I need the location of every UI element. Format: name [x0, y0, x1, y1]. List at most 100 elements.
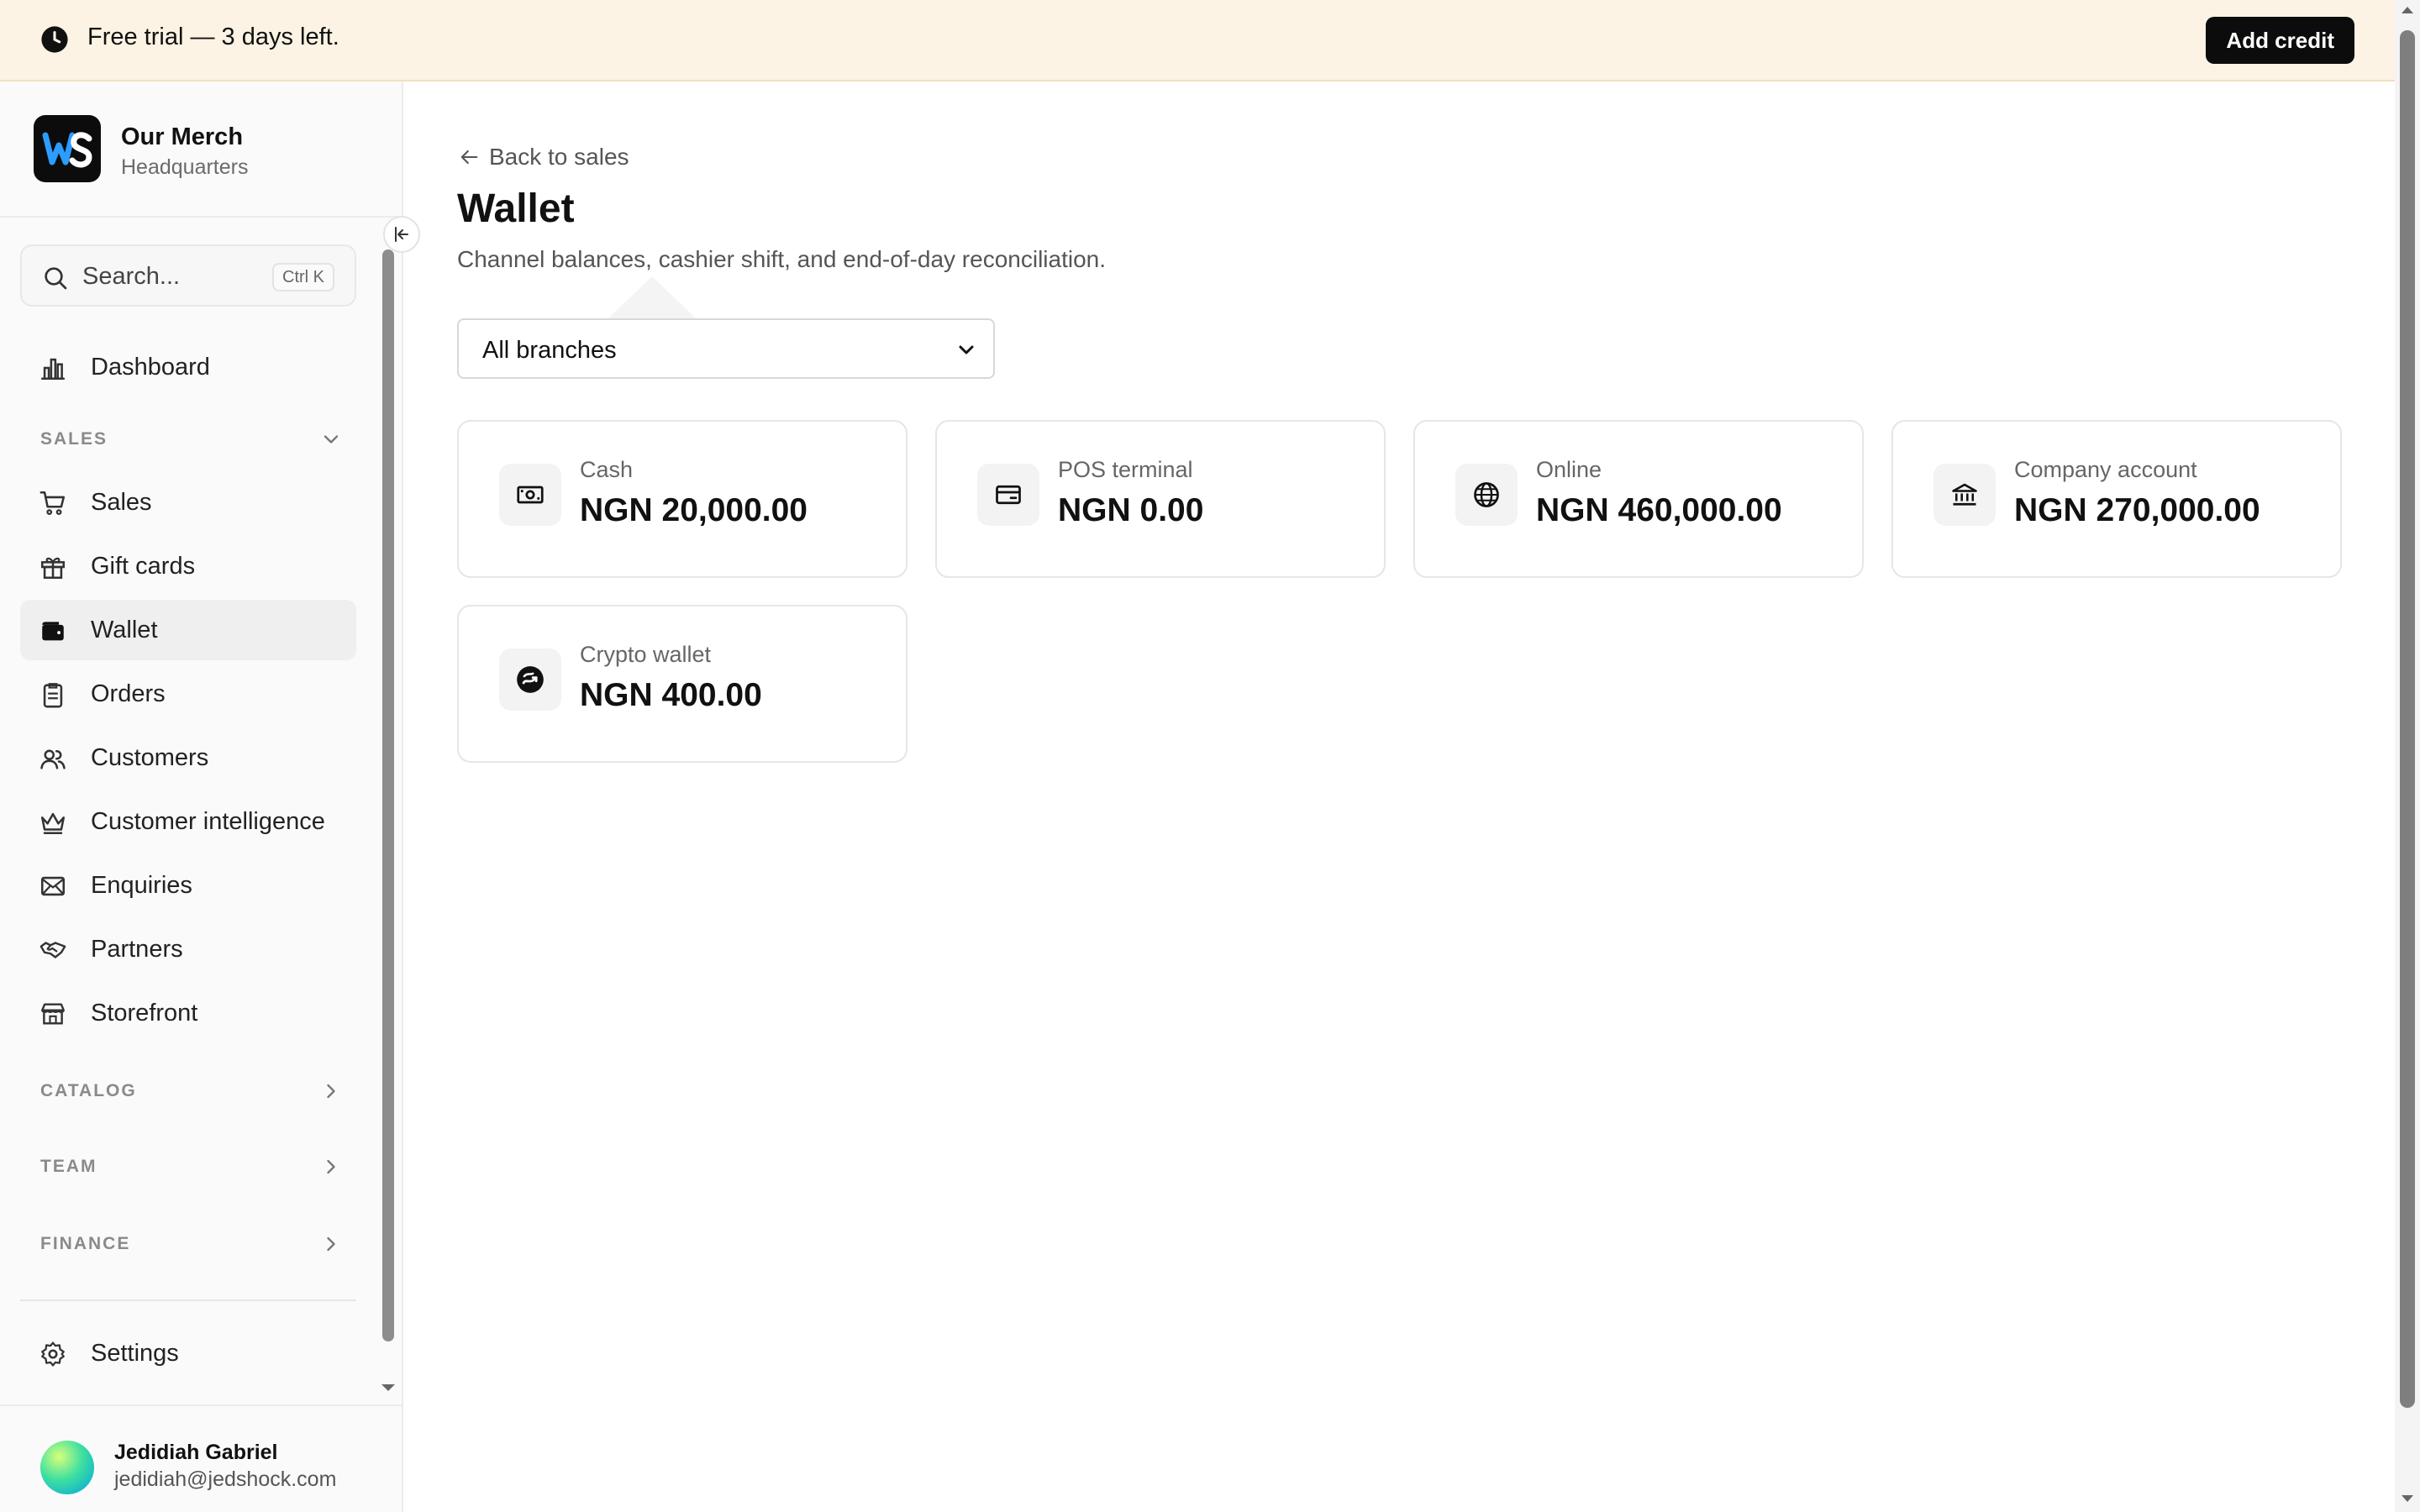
section-label: TEAM	[40, 1157, 97, 1176]
balance-card-crypto-wallet: Crypto wallet NGN 400.00	[457, 605, 908, 763]
user-email: jedidiah@jedshock.com	[114, 1467, 337, 1491]
users-icon	[40, 749, 66, 769]
balance-value: NGN 270,000.00	[2014, 492, 2260, 528]
sidebar-item-label: Customer intelligence	[91, 808, 325, 835]
balance-value: NGN 400.00	[580, 677, 762, 713]
section-catalog-toggle[interactable]: CATALOG	[40, 1074, 343, 1108]
divider	[0, 216, 402, 218]
chevron-right-icon	[327, 1236, 335, 1252]
sidebar-item-label: Wallet	[91, 617, 158, 643]
sidebar-item-wallet[interactable]: Wallet	[20, 600, 356, 660]
sidebar-item-sales[interactable]: Sales	[20, 472, 356, 533]
search-shortcut: Ctrl K	[272, 263, 334, 291]
search-icon	[45, 267, 67, 290]
sidebar-item-label: Sales	[91, 489, 152, 516]
section-label: SALES	[40, 429, 108, 449]
collapse-left-icon	[395, 227, 408, 242]
balance-label: Crypto wallet	[580, 642, 712, 667]
bar-chart-icon	[40, 358, 66, 381]
sidebar-item-partners[interactable]: Partners	[20, 919, 356, 979]
sidebar-item-dashboard[interactable]: Dashboard	[20, 337, 356, 397]
scroll-up-arrow-icon[interactable]	[2401, 5, 2414, 15]
user-name: Jedidiah Gabriel	[114, 1441, 278, 1464]
collapse-sidebar-button[interactable]	[383, 216, 420, 253]
mail-icon	[40, 876, 66, 896]
scrollbar-thumb[interactable]	[2400, 30, 2415, 1408]
sidebar: Our Merch Headquarters Search... Ctrl K …	[0, 81, 420, 1512]
balance-label: Cash	[580, 457, 634, 482]
sidebar-item-label: Settings	[91, 1340, 179, 1367]
handshake-icon	[39, 942, 66, 958]
avatar	[40, 1441, 94, 1494]
balance-card-online: Online NGN 460,000.00	[1413, 420, 1864, 578]
sidebar-item-label: Gift cards	[91, 553, 196, 580]
sidebar-item-label: Storefront	[91, 1000, 198, 1026]
sidebar-item-label: Enquiries	[91, 872, 192, 899]
sidebar-item-customers[interactable]: Customers	[20, 727, 356, 788]
section-finance-toggle[interactable]: FINANCE	[40, 1227, 343, 1261]
user-profile[interactable]: Jedidiah Gabriel jedidiah@jedshock.com	[40, 1434, 393, 1501]
clipboard-icon	[43, 683, 63, 708]
sidebar-item-label: Dashboard	[91, 354, 210, 381]
main-content: Back to sales Wallet Channel balances, c…	[405, 81, 2395, 1512]
chevron-right-icon	[327, 1084, 335, 1099]
workspace-branch: Headquarters	[121, 155, 249, 179]
page-scrollbar[interactable]	[2395, 0, 2420, 1512]
trial-banner: Free trial — 3 days left. Add credit	[0, 0, 2395, 81]
back-to-sales-link[interactable]: Back to sales	[457, 140, 629, 174]
section-label: CATALOG	[40, 1081, 137, 1100]
search-placeholder: Search...	[82, 263, 181, 290]
balance-label: Company account	[2014, 457, 2197, 482]
credit-card-icon	[977, 464, 1039, 526]
scroll-down-arrow-icon[interactable]	[380, 1382, 397, 1394]
wallet-icon	[42, 622, 64, 641]
sidebar-item-gift-cards[interactable]: Gift cards	[20, 536, 356, 596]
sidebar-item-label: Orders	[91, 680, 166, 707]
clock-icon	[41, 26, 68, 53]
crown-icon	[40, 812, 66, 835]
sidebar-scrollbar[interactable]	[382, 249, 394, 1341]
back-label: Back to sales	[489, 144, 629, 170]
balance-value: NGN 0.00	[1058, 492, 1204, 528]
sidebar-item-label: Partners	[91, 936, 183, 963]
balance-card-pos: POS terminal NGN 0.00	[935, 420, 1386, 578]
sidebar-item-label: Customers	[91, 744, 209, 771]
arrow-left-icon	[460, 150, 478, 165]
chevron-down-icon	[324, 435, 339, 444]
globe-icon	[1455, 464, 1518, 526]
brand-logo	[34, 115, 101, 182]
gear-icon	[41, 1341, 65, 1367]
add-credit-button[interactable]: Add credit	[2206, 17, 2354, 64]
page-title: Wallet	[457, 186, 575, 231]
crypto-icon	[499, 648, 561, 711]
cart-icon	[39, 491, 66, 516]
page-subtitle: Channel balances, cashier shift, and end…	[457, 246, 1107, 272]
search-input[interactable]: Search... Ctrl K	[20, 244, 356, 307]
balance-card-company-account: Company account NGN 270,000.00	[1891, 420, 2342, 578]
section-sales-toggle[interactable]: SALES	[40, 423, 343, 456]
sidebar-item-settings[interactable]: Settings	[20, 1323, 356, 1383]
section-label: FINANCE	[40, 1234, 131, 1253]
sidebar-item-storefront[interactable]: Storefront	[20, 983, 356, 1043]
branch-select-value: All branches	[482, 337, 617, 364]
balance-label: Online	[1536, 457, 1602, 482]
balance-value: NGN 20,000.00	[580, 492, 808, 528]
gift-icon	[40, 557, 66, 580]
divider	[20, 1299, 356, 1301]
ws-logo-icon	[42, 132, 92, 168]
branch-select[interactable]: All branches	[457, 318, 995, 379]
trial-text: Free trial — 3 days left.	[87, 24, 339, 50]
divider	[0, 1404, 402, 1406]
bank-icon	[1933, 464, 1996, 526]
sidebar-item-enquiries[interactable]: Enquiries	[20, 855, 356, 916]
balance-value: NGN 460,000.00	[1536, 492, 1782, 528]
banknote-icon	[499, 464, 561, 526]
workspace-switcher[interactable]: Our Merch Headquarters	[34, 115, 387, 182]
workspace-name: Our Merch	[121, 123, 244, 150]
sidebar-item-orders[interactable]: Orders	[20, 664, 356, 724]
chevron-down-icon	[959, 345, 974, 354]
section-team-toggle[interactable]: TEAM	[40, 1150, 343, 1184]
scroll-down-arrow-icon[interactable]	[2401, 1494, 2414, 1504]
store-icon	[41, 1003, 65, 1025]
sidebar-item-customer-intelligence[interactable]: Customer intelligence	[20, 791, 356, 852]
